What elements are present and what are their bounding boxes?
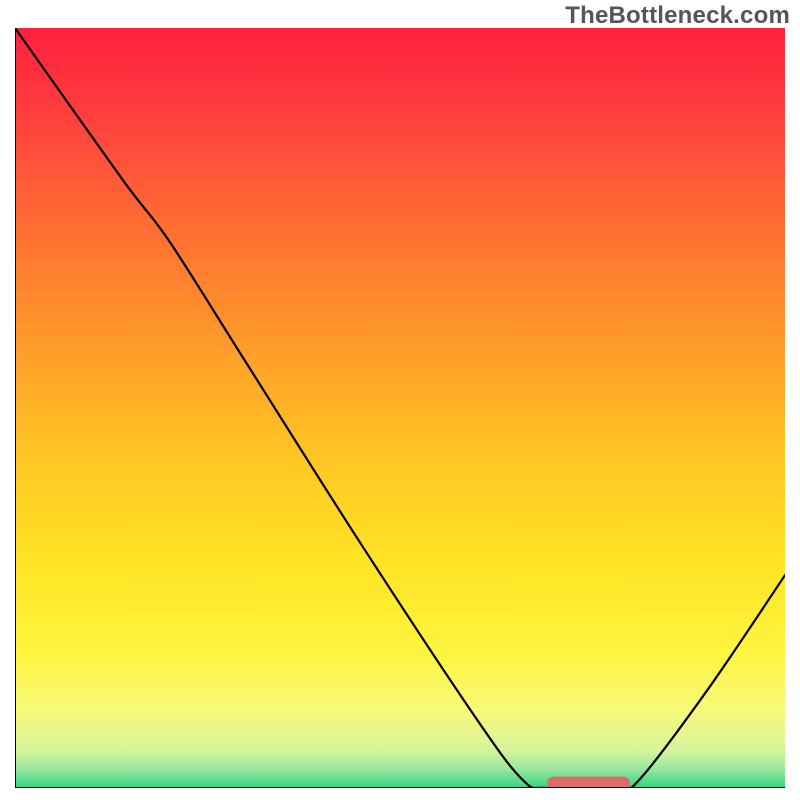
bottleneck-chart xyxy=(15,28,785,788)
watermark-text: TheBottleneck.com xyxy=(565,2,790,30)
chart-background xyxy=(15,28,785,788)
chart-svg xyxy=(15,28,785,788)
chart-container: TheBottleneck.com xyxy=(0,0,800,800)
